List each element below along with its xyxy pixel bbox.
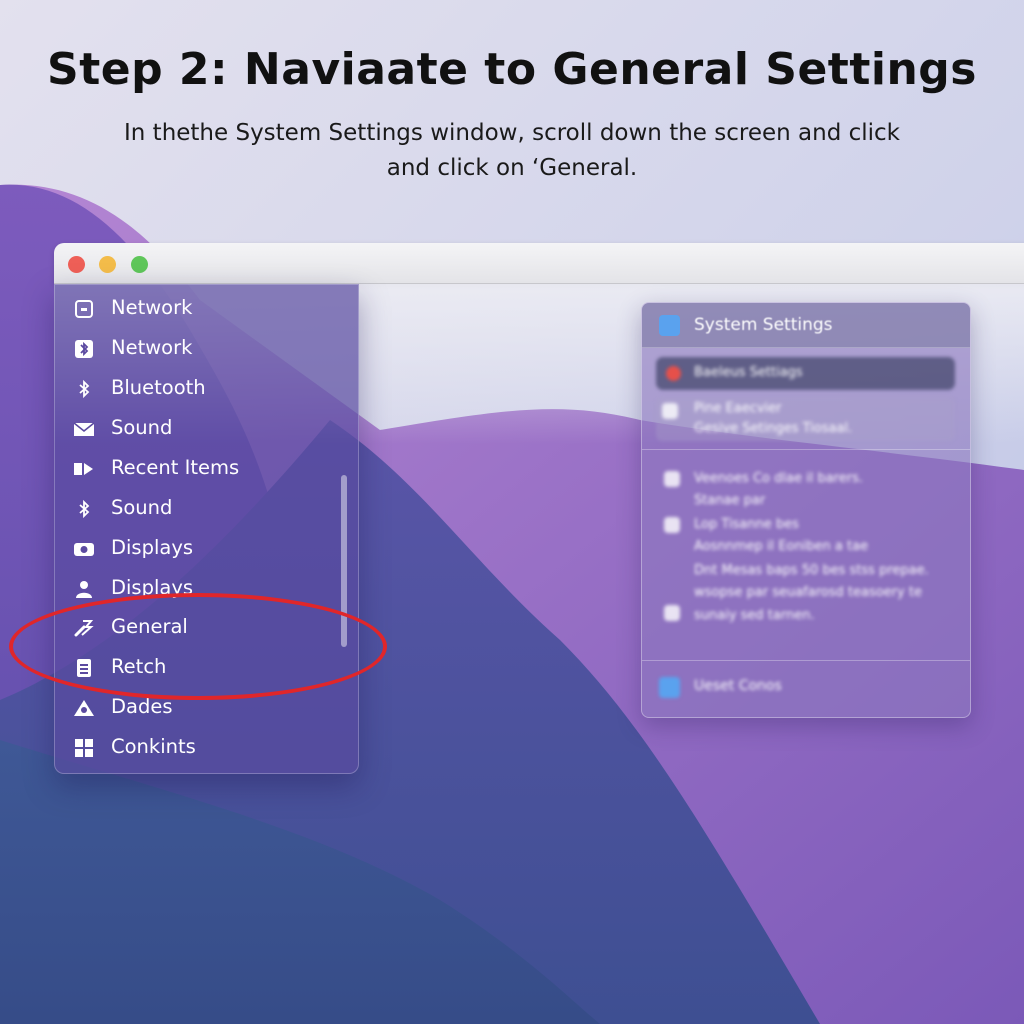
highlight-circle	[9, 593, 387, 700]
panel-info-box: Pine Eaecvier Gesive Setinges Tiosaal.	[656, 397, 955, 441]
close-window-button[interactable]	[68, 256, 85, 273]
camera-icon	[73, 538, 95, 560]
instruction-line-1: In thethe System Settings window, scroll…	[124, 120, 900, 146]
sidebar-item-label: Conkints	[111, 735, 196, 758]
person-icon	[73, 578, 95, 600]
step-instructions: In thethe System Settings window, scroll…	[90, 116, 934, 186]
eye-triangle-icon	[73, 697, 95, 719]
chat-icon	[664, 471, 680, 487]
sidebar-item-sound-2[interactable]: Sound	[55, 491, 335, 527]
panel-text-line: wsopse par seuafarosd teasoery te	[694, 585, 922, 600]
sidebar-item-network[interactable]: Network	[55, 291, 335, 327]
user-icon	[664, 605, 680, 621]
sidebar-item-label: Bluetooth	[111, 376, 206, 399]
settings-app-icon	[659, 315, 680, 336]
panel-footer-label: Ueset Conos	[694, 678, 782, 694]
sidebar-item-displays[interactable]: Displays	[55, 531, 335, 567]
panel-text-line: Stanae par	[694, 493, 766, 508]
status-dot-icon	[666, 366, 681, 381]
grid-icon	[73, 737, 95, 759]
panel-box-line: Pine Eaecvier	[694, 401, 782, 416]
panel-divider	[642, 660, 970, 661]
display-icon	[664, 517, 680, 533]
bluetooth-icon	[73, 498, 95, 520]
sidebar-item-label: Network	[111, 336, 193, 359]
panel-divider	[642, 449, 970, 450]
envelope-icon	[73, 418, 95, 440]
sidebar-item-recent-items[interactable]: Recent Items	[55, 451, 335, 487]
info-icon	[662, 403, 678, 419]
panel-box-line: Gesive Setinges Tiosaal.	[694, 421, 853, 436]
minimize-window-button[interactable]	[99, 256, 116, 273]
panel-text-line: Aosnnmep il Eoniben a tae	[694, 539, 869, 554]
folder-icon	[659, 677, 680, 698]
arrow-icon	[73, 458, 95, 480]
sidebar-item-bluetooth[interactable]: Bluetooth	[55, 371, 335, 407]
bluetooth-icon	[73, 378, 95, 400]
system-settings-panel: System Settings Baeleus Settiags Pine Ea…	[641, 302, 971, 718]
step-heading: Step 2: Naviaate to General Settings	[47, 44, 977, 95]
zoom-window-button[interactable]	[131, 256, 148, 273]
sidebar-item-network-2[interactable]: Network	[55, 331, 335, 367]
panel-text-line: Dnt Mesas baps 50 bes stss prepae.	[694, 563, 929, 578]
sidebar-item-sound[interactable]: Sound	[55, 411, 335, 447]
panel-text-line: sunaiy sed tarnen.	[694, 608, 815, 623]
instruction-line-2: and click on ‘General.	[386, 155, 638, 181]
bluetooth-box-icon	[73, 338, 95, 360]
sidebar-item-label: Displays	[111, 536, 194, 559]
sidebar-item-label: Sound	[111, 416, 173, 439]
panel-title: System Settings	[694, 315, 833, 335]
sidebar-item-label: Network	[111, 296, 193, 319]
network-icon	[73, 298, 95, 320]
panel-text-line: Lop Tisanne bes	[694, 517, 799, 532]
panel-header: System Settings	[642, 303, 970, 348]
window-titlebar[interactable]	[54, 243, 1024, 284]
sidebar-item-label: Sound	[111, 496, 173, 519]
sidebar-item-label: Recent Items	[111, 456, 240, 479]
panel-row-label: Baeleus Settiags	[694, 365, 803, 380]
panel-selected-row[interactable]: Baeleus Settiags	[656, 357, 955, 390]
panel-text-line: Veenoes Co dlae il barers.	[694, 471, 863, 486]
sidebar-item-conkints[interactable]: Conkints	[55, 730, 335, 766]
settings-sidebar[interactable]: Network Network Bluetooth Sound Recent I…	[54, 284, 359, 774]
